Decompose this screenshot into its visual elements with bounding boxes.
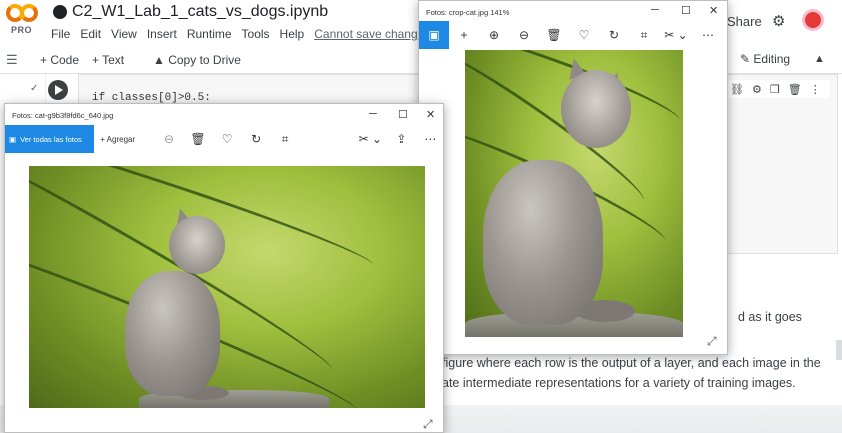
mirror-cell-icon[interactable]: ❐ [770, 83, 780, 96]
window-title: Fotos: cat-g9b3f8fd6c_640.jpg [12, 111, 114, 120]
close-icon[interactable]: ✕ [426, 108, 435, 121]
crop-cat-photo [465, 50, 683, 337]
cell-more-icon[interactable]: ⋮ [810, 83, 821, 96]
menu-tools[interactable]: Tools [242, 27, 270, 41]
pencil-icon: ✎ [740, 52, 754, 66]
minimize-icon[interactable]: ─ [369, 108, 377, 120]
more-icon[interactable]: ⋯ [416, 132, 443, 146]
settings-gear-icon[interactable]: ⚙ [772, 12, 785, 30]
copy-to-drive-label: Copy to Drive [168, 53, 241, 67]
editing-mode-button[interactable]: ✎ Editing [740, 52, 790, 66]
menu-edit[interactable]: Edit [80, 27, 101, 41]
share-button[interactable]: Share [727, 14, 762, 29]
link-icon[interactable]: ⛓ [730, 83, 744, 96]
menu-view[interactable]: View [111, 27, 137, 41]
add-text-button[interactable]: + Text [92, 53, 124, 67]
expand-icon[interactable]: ⤢ [423, 417, 433, 432]
photos-window-cat: Fotos: cat-g9b3f8fd6c_640.jpg ─ ☐ ✕ ▣ Ve… [4, 103, 444, 433]
more-icon[interactable]: ⋯ [693, 28, 723, 42]
cat-photo [29, 166, 425, 408]
window-title: Fotos: crop-cat.jpg 141% [426, 8, 510, 17]
run-cell-button[interactable] [48, 80, 68, 100]
zoom-out-icon[interactable]: ⊖ [154, 132, 183, 146]
cell-executed-check-icon: ✓ [30, 83, 39, 94]
chevron-up-icon[interactable]: ▲ [814, 53, 825, 65]
heart-icon[interactable]: ♡ [213, 132, 242, 146]
edit-icon[interactable]: ✂ ⌄ [354, 132, 387, 146]
crop-icon[interactable]: ⌗ [629, 28, 659, 43]
text-line-2: figure where each row is the output of a… [442, 356, 821, 370]
table-of-contents-icon[interactable]: ☰ [6, 52, 18, 68]
menu-bar: File Edit View Insert Runtime Tools Help… [51, 27, 430, 41]
maximize-icon[interactable]: ☐ [398, 108, 408, 121]
photos-toolbar: ▣ Ver todas las fotos + Agregar ⊖ 🗑 ♡ ↻ … [5, 125, 443, 153]
drive-icon: ▲ [153, 53, 169, 67]
rotate-icon[interactable]: ↻ [242, 132, 271, 146]
cell-settings-icon[interactable]: ⚙ [752, 83, 762, 96]
add-button[interactable]: + Agregar [94, 135, 154, 144]
view-all-photos-button[interactable]: ▣ Ver todas las fotos [5, 125, 95, 153]
copy-to-drive-button[interactable]: ▲ Copy to Drive [153, 53, 241, 67]
text-line-1: d as it goes [738, 310, 802, 324]
menu-help[interactable]: Help [280, 27, 305, 41]
photos-toolbar: ▣ + ⊕ ⊖ 🗑 ♡ ↻ ⌗ ✂ ⌄ ⋯ [419, 21, 727, 49]
photos-window-crop-cat: Fotos: crop-cat.jpg 141% ─ ☐ ✕ ▣ + ⊕ ⊖ 🗑… [418, 0, 728, 355]
heart-icon[interactable]: ♡ [569, 28, 599, 42]
crop-icon[interactable]: ⌗ [271, 132, 300, 147]
trash-icon[interactable]: 🗑 [539, 28, 569, 42]
menu-runtime[interactable]: Runtime [187, 27, 232, 41]
gallery-icon: ▣ [9, 134, 17, 144]
colab-pro-badge: PRO [11, 25, 33, 35]
editing-label: Editing [753, 52, 791, 66]
minimize-icon[interactable]: ─ [651, 4, 659, 16]
menu-file[interactable]: File [51, 27, 70, 41]
cell-toolbar: ⛓ ⚙ ❐ 🗑 ⋮ [726, 80, 830, 98]
share-icon[interactable]: ⇪ [387, 132, 416, 146]
trash-icon[interactable]: 🗑 [184, 132, 213, 146]
delete-cell-icon[interactable]: 🗑 [788, 83, 802, 96]
notebook-title[interactable]: C2_W1_Lab_1_cats_vs_dogs.ipynb [72, 3, 328, 21]
close-icon[interactable]: ✕ [709, 4, 718, 17]
zoom-out-icon[interactable]: ⊖ [509, 28, 539, 42]
rotate-icon[interactable]: ↻ [599, 28, 629, 42]
view-all-photos-label: Ver todas las fotos [20, 134, 82, 144]
zoom-in-icon[interactable]: ⊕ [479, 28, 509, 42]
gallery-icon[interactable]: ▣ [419, 21, 449, 49]
maximize-icon[interactable]: ☐ [681, 4, 691, 17]
add-label: Agregar [106, 134, 136, 144]
expand-icon[interactable]: ⤢ [707, 334, 717, 349]
edit-icon[interactable]: ✂ ⌄ [659, 28, 693, 42]
menu-insert[interactable]: Insert [147, 27, 177, 41]
add-icon[interactable]: + [449, 28, 479, 42]
scrollbar[interactable] [836, 340, 842, 360]
add-code-button[interactable]: + Code [40, 53, 79, 67]
save-status-link[interactable]: Cannot save changes [314, 27, 430, 41]
text-line-3: ate intermediate representations for a v… [442, 376, 796, 390]
user-avatar[interactable] [802, 9, 824, 31]
github-icon [53, 5, 67, 19]
colab-logo[interactable] [6, 4, 40, 24]
